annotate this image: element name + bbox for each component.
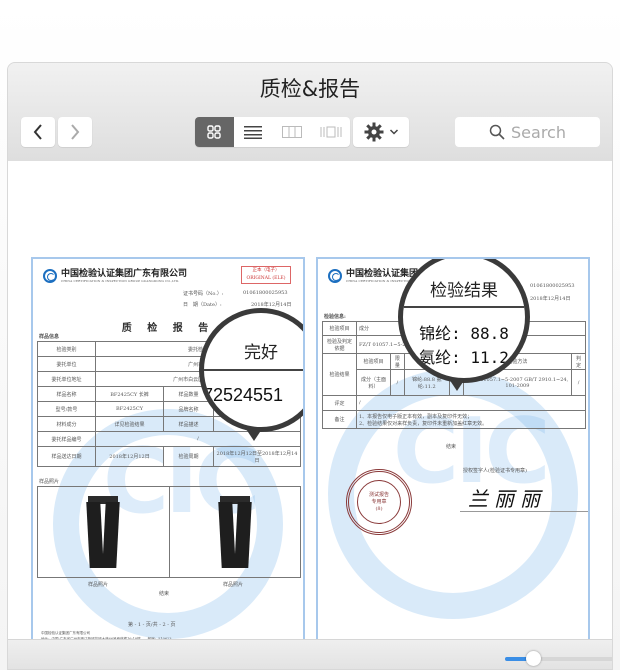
date: 2018年12月14日 (251, 302, 292, 308)
sample-photos (37, 486, 301, 578)
seal-text: 专用章 (371, 498, 387, 505)
original-stamp-en: ORIGINAL (ELE) (246, 276, 286, 281)
company-name: 中国检验认证集团广东有限公司 (61, 269, 188, 279)
chevron-left-icon (33, 124, 42, 140)
pants-image (218, 496, 252, 568)
magnifier-divider (204, 369, 303, 371)
remark-line: 1、本报告仅电子版正本有效，副本及复印件无效； (359, 413, 473, 420)
window-title: 质检&报告 (259, 77, 361, 101)
company-header: 中国检验认证集团广东有限公司 CHINA CERTIFICATION & INS… (43, 269, 187, 283)
search-placeholder: Search (511, 122, 566, 142)
remark-line: 2、检验结果仅对来样负责，复印件未重新加盖红章无效。 (359, 420, 488, 427)
signer-label: 授权签字人(检验证书专用章) (463, 468, 527, 474)
original-stamp-cn: 正本（电子） (252, 268, 280, 273)
date: 2018年12月14日 (530, 296, 571, 302)
search-icon (489, 124, 505, 140)
table-row: 评定 / (322, 395, 586, 411)
sample-photo (38, 487, 169, 577)
original-stamp: 正本（电子） ORIGINAL (ELE) (241, 266, 291, 284)
icon-view-button[interactable] (195, 117, 234, 147)
forward-button[interactable] (58, 117, 92, 147)
status-bar (8, 639, 612, 669)
photo-caption: 样品照片 (223, 582, 244, 588)
gear-icon (364, 122, 383, 142)
cert-no: 01061800025953 (530, 283, 575, 289)
file-browser-content: CIC 中国检验认证集团广东有限公司 CHINA CERTIFICATION &… (8, 161, 612, 659)
company-logo-icon (328, 269, 342, 283)
action-menu-button[interactable] (353, 117, 409, 147)
section-inspection-info: 检验信息: (324, 314, 346, 320)
back-button[interactable] (21, 117, 55, 147)
pants-image (86, 496, 120, 568)
company-logo-icon (43, 269, 57, 283)
end-label: 结束 (446, 444, 457, 450)
coverflow-icon (320, 126, 342, 138)
magnifier-line: 锦纶: 88.8 (419, 324, 509, 343)
magnifier-top-text: 完好 (244, 343, 278, 363)
magnifier-divider (403, 306, 525, 308)
list-icon (244, 126, 263, 139)
section-photos: 样品照片 (39, 479, 60, 485)
date-label: 日 期（Date）: (183, 302, 222, 308)
signature-line (460, 511, 588, 512)
signature: 兰丽丽 (468, 487, 546, 511)
sample-photo (168, 487, 301, 577)
chevron-right-icon (71, 124, 80, 140)
magnifier-pointer (449, 379, 465, 391)
magnifier-callout: 检验结果 锦纶: 88.8 氨纶: 11.2 (398, 259, 530, 383)
cert-no-label: 证书号码（No.）: (183, 291, 224, 297)
seal-text: 测试报告 (368, 491, 389, 498)
slider-knob[interactable] (525, 651, 541, 666)
official-seal: 测试报告 专用章 (8) (346, 469, 412, 535)
chevron-down-icon (389, 129, 398, 135)
magnifier-bottom-text: 72524551 (202, 385, 284, 405)
list-view-button[interactable] (234, 117, 273, 147)
search-field[interactable]: Search (455, 117, 600, 147)
report-page-1[interactable]: CIC 中国检验认证集团广东有限公司 CHINA CERTIFICATION &… (31, 257, 305, 659)
report-page-2[interactable]: CIC 中国检验认证集团广东有限公司 CHINA CERTIFICATION &… (316, 257, 590, 659)
seal-inner: 测试报告 专用章 (8) (357, 480, 401, 524)
photo-caption: 样品照片 (88, 582, 109, 588)
magnifier-pointer (246, 429, 262, 441)
grid-icon (207, 125, 222, 139)
seal-text: (8) (375, 505, 383, 512)
columns-icon (281, 126, 302, 138)
column-view-button[interactable] (273, 117, 312, 147)
footer-line: 中国检验认证集团广东有限公司 (41, 631, 90, 635)
section-sample-info: 样品信息 (39, 334, 60, 340)
toolbar: 质检&报告 Search (8, 63, 612, 161)
table-row: 备注 1、本报告仅电子版正本有效，副本及复印件无效； 2、检验结果仅对来样负责，复… (322, 410, 586, 429)
cert-no: 01061800025953 (243, 290, 288, 296)
finder-window: 质检&报告 Search CIC 中国检验认证集团广东有限公司 CHINA CE… (7, 62, 613, 670)
view-mode-selector (195, 117, 350, 147)
end-label: 结束 (159, 591, 170, 597)
page-footer: 第 - 1 - 页/共 - 2 - 页 (128, 622, 176, 628)
company-name-en: CHINA CERTIFICATION & INSPECTION GROUP G… (61, 279, 180, 283)
icon-size-slider[interactable] (505, 651, 612, 666)
coverflow-view-button[interactable] (311, 117, 350, 147)
table-row: 样品送达日期 2018年12月12日 检验周期 2018年12月12日至2018年12… (37, 446, 301, 467)
magnifier-line: 氨纶: 11.2 (419, 348, 509, 367)
magnifier-top-text: 检验结果 (430, 281, 498, 301)
